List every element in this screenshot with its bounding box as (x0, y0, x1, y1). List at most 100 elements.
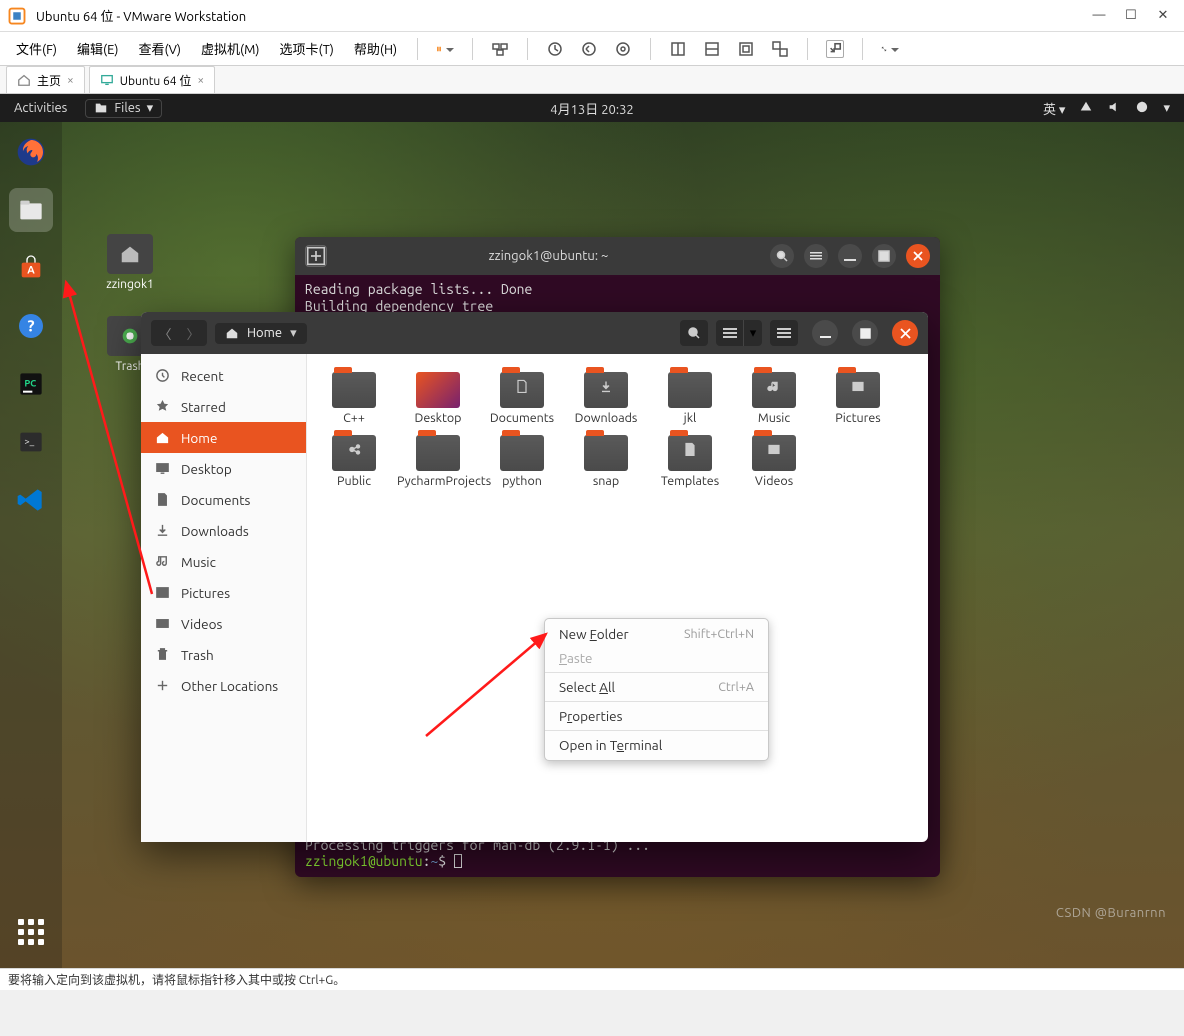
ctx-properties[interactable]: Properties (545, 704, 768, 728)
back-button[interactable]: 〈 (151, 320, 179, 346)
folder-downloads[interactable]: Downloads (565, 366, 647, 425)
dock-software[interactable]: A (9, 246, 53, 290)
minimize-button[interactable] (838, 244, 862, 268)
close-button[interactable] (892, 320, 918, 346)
files-menu[interactable]: Files ▾ (85, 99, 162, 118)
close-button[interactable] (906, 244, 930, 268)
pause-icon[interactable] (436, 40, 454, 58)
sidebar-item-recent[interactable]: Recent (141, 360, 306, 391)
folder-pictures[interactable]: Pictures (817, 366, 899, 425)
dock-pycharm[interactable]: PC (9, 362, 53, 406)
hamburger-icon[interactable] (804, 244, 828, 268)
close-button[interactable]: ✕ (1156, 8, 1170, 23)
vmware-tabbar: 主页 × Ubuntu 64 位 × (0, 66, 1184, 94)
menu-edit[interactable]: 编辑(E) (69, 35, 126, 62)
folder-snap[interactable]: snap (565, 429, 647, 488)
network-icon[interactable] (1079, 100, 1093, 117)
sidebar-item-videos[interactable]: Videos (141, 608, 306, 639)
dock-firefox[interactable] (9, 130, 53, 174)
svg-text:A: A (27, 264, 35, 276)
minimize-button[interactable] (812, 320, 838, 346)
window-title: Ubuntu 64 位 - VMware Workstation (36, 6, 1092, 25)
sidebar-item-music[interactable]: Music (141, 546, 306, 577)
folder-templates[interactable]: Templates (649, 429, 731, 488)
ctx-open-terminal[interactable]: Open in Terminal (545, 733, 768, 757)
vmware-menubar: 文件(F) 编辑(E) 查看(V) 虚拟机(M) 选项卡(T) 帮助(H) (0, 32, 1184, 66)
folder-pycharm[interactable]: PycharmProjects (397, 429, 479, 488)
input-lang[interactable]: 英 ▾ (1043, 99, 1066, 118)
svg-text:PC: PC (24, 378, 36, 389)
files-content[interactable]: C++ Desktop Documents Downloads jkl Musi… (307, 354, 928, 842)
menu-view[interactable]: 查看(V) (131, 35, 189, 62)
dock-help[interactable]: ? (9, 304, 53, 348)
sidebar-item-starred[interactable]: Starred (141, 391, 306, 422)
gnome-dock: A ? PC >_ (0, 122, 62, 968)
tab-close-icon[interactable]: × (197, 74, 204, 87)
hamburger-icon[interactable] (770, 320, 798, 346)
ctx-paste: Paste (545, 646, 768, 670)
menu-vm[interactable]: 虚拟机(M) (193, 35, 268, 62)
minimize-button[interactable]: — (1092, 8, 1106, 23)
dock-files[interactable] (9, 188, 53, 232)
chevron-down-icon: ▾ (290, 326, 297, 341)
tab-ubuntu[interactable]: Ubuntu 64 位 × (89, 66, 215, 93)
expand-icon[interactable] (881, 40, 899, 58)
folder-public[interactable]: Public (313, 429, 395, 488)
menu-help[interactable]: 帮助(H) (346, 35, 405, 62)
files-window[interactable]: 〈 〉 Home ▾ ▾ Recent Starred Home (141, 312, 928, 842)
desktop-folder-zzingok1[interactable]: zzingok1 (95, 234, 165, 291)
view-list-icon[interactable] (716, 320, 744, 346)
folder-jkl[interactable]: jkl (649, 366, 731, 425)
dock-show-apps[interactable] (9, 910, 53, 954)
search-icon[interactable] (770, 244, 794, 268)
dock-vscode[interactable] (9, 478, 53, 522)
view-stretch-icon[interactable] (737, 40, 755, 58)
folder-desktop[interactable]: Desktop (397, 366, 479, 425)
sidebar-item-other[interactable]: Other Locations (141, 670, 306, 701)
dock-terminal[interactable]: >_ (9, 420, 53, 464)
folder-cpp[interactable]: C++ (313, 366, 395, 425)
maximize-button[interactable] (872, 244, 896, 268)
view-console-icon[interactable] (703, 40, 721, 58)
send-ctrl-alt-del-icon[interactable] (491, 40, 509, 58)
maximize-button[interactable] (852, 320, 878, 346)
view-unity-icon[interactable] (771, 40, 789, 58)
folder-music[interactable]: Music (733, 366, 815, 425)
clock[interactable]: 4月13日 20:32 (550, 99, 634, 118)
activities-button[interactable]: Activities (14, 101, 67, 115)
tab-home[interactable]: 主页 × (6, 66, 85, 93)
vmware-logo-icon (8, 7, 26, 25)
folder-videos[interactable]: Videos (733, 429, 815, 488)
snapshot-revert-icon[interactable] (580, 40, 598, 58)
watermark: CSDN @Buranrnn (1056, 906, 1166, 920)
power-icon[interactable] (1135, 100, 1149, 117)
enter-fullscreen-icon[interactable] (826, 40, 844, 58)
view-single-icon[interactable] (669, 40, 687, 58)
snapshot-manager-icon[interactable] (614, 40, 632, 58)
menu-tabs[interactable]: 选项卡(T) (271, 35, 341, 62)
monitor-icon (100, 73, 114, 87)
new-tab-button[interactable] (305, 245, 327, 267)
sidebar-item-pictures[interactable]: Pictures (141, 577, 306, 608)
maximize-button[interactable]: ☐ (1124, 8, 1138, 23)
folder-documents[interactable]: Documents (481, 366, 563, 425)
sidebar-item-documents[interactable]: Documents (141, 484, 306, 515)
menu-file[interactable]: 文件(F) (8, 35, 65, 62)
sidebar-item-trash[interactable]: Trash (141, 639, 306, 670)
view-dropdown-icon[interactable]: ▾ (744, 320, 762, 346)
volume-icon[interactable] (1107, 100, 1121, 117)
svg-text:?: ? (27, 317, 34, 335)
forward-button[interactable]: 〉 (179, 320, 207, 346)
sidebar-item-desktop[interactable]: Desktop (141, 453, 306, 484)
snapshot-icon[interactable] (546, 40, 564, 58)
search-icon[interactable] (680, 320, 708, 346)
sidebar-item-downloads[interactable]: Downloads (141, 515, 306, 546)
ctx-select-all[interactable]: Select AllCtrl+A (545, 675, 768, 699)
folder-python[interactable]: python (481, 429, 563, 488)
sidebar-item-home[interactable]: Home (141, 422, 306, 453)
tab-close-icon[interactable]: × (67, 74, 74, 87)
ctx-new-folder[interactable]: New FolderShift+Ctrl+N (545, 622, 768, 646)
chevron-down-icon: ▾ (1163, 101, 1170, 116)
guest-display[interactable]: Activities Files ▾ 4月13日 20:32 英 ▾ ▾ A ?… (0, 94, 1184, 968)
location-bar[interactable]: Home ▾ (215, 323, 307, 344)
